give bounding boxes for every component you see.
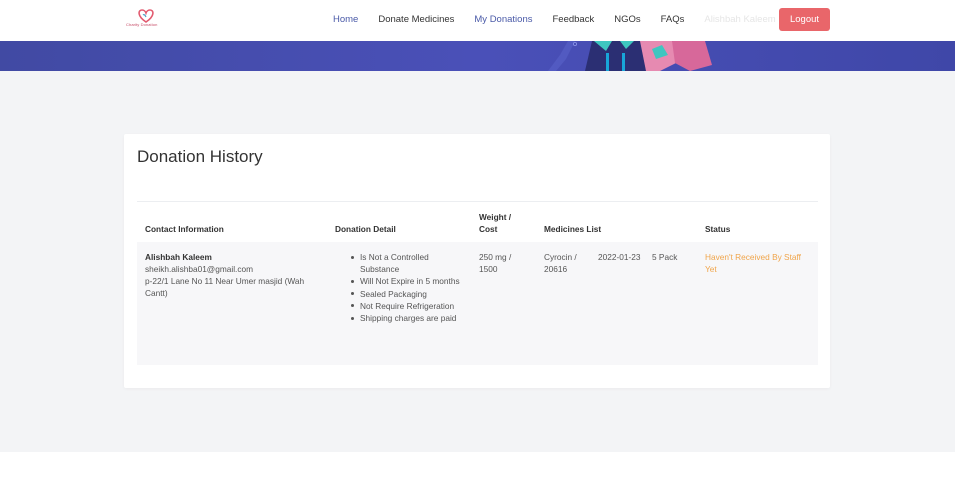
donor-name: Alishbah Kaleem xyxy=(145,252,212,262)
table-top-divider xyxy=(137,201,818,202)
nav-ngos[interactable]: NGOs xyxy=(614,14,640,25)
main-nav: Home Donate Medicines My Donations Feedb… xyxy=(333,0,776,39)
nav-my-donations[interactable]: My Donations xyxy=(474,14,532,25)
nav-user-name[interactable]: Alishbah Kaleem xyxy=(704,14,775,25)
header-medicines-list: Medicines List xyxy=(544,224,602,234)
status-badge: Haven't Received By Staff Yet xyxy=(705,252,801,275)
hero-illustration xyxy=(548,41,712,71)
medicine-date: 2022-01-23 xyxy=(598,252,641,262)
nav-home[interactable]: Home xyxy=(333,14,358,25)
detail-item: Sealed Packaging xyxy=(347,288,467,300)
detail-item: Not Require Refrigeration xyxy=(347,300,467,312)
donor-address: p-22/1 Lane No 11 Near Umer masjid (Wah … xyxy=(145,276,305,299)
brand-name: Charity Donation xyxy=(126,22,158,27)
detail-item: Will Not Expire in 5 months xyxy=(347,275,467,287)
donation-detail-list: Is Not a Controlled Substance Will Not E… xyxy=(347,251,467,324)
page-title: Donation History xyxy=(137,147,263,166)
weight-cost-value: 250 mg / 1500 xyxy=(479,252,512,275)
nav-feedback[interactable]: Feedback xyxy=(552,14,594,25)
header-weight-line2: Cost xyxy=(479,224,498,234)
navbar: Charity Donation Home Donate Medicines M… xyxy=(0,0,955,41)
detail-item: Is Not a Controlled Substance xyxy=(347,251,467,275)
nav-donate-medicines[interactable]: Donate Medicines xyxy=(378,14,454,25)
detail-item: Shipping charges are paid xyxy=(347,312,467,324)
nav-faqs[interactable]: FAQs xyxy=(661,14,685,25)
hero-banner xyxy=(0,41,955,71)
footer-area xyxy=(0,452,955,486)
header-contact-information: Contact Information xyxy=(145,224,224,234)
donor-email: sheikh.alishba01@gmail.com xyxy=(145,264,254,274)
medicine-name: Cyrocin / 20616 xyxy=(544,252,577,275)
header-donation-detail: Donation Detail xyxy=(335,224,396,234)
medicine-quantity: 5 Pack xyxy=(652,252,678,262)
logout-button[interactable]: Logout xyxy=(779,8,830,31)
header-status: Status xyxy=(705,224,731,234)
header-weight-line1: Weight / xyxy=(479,212,512,222)
